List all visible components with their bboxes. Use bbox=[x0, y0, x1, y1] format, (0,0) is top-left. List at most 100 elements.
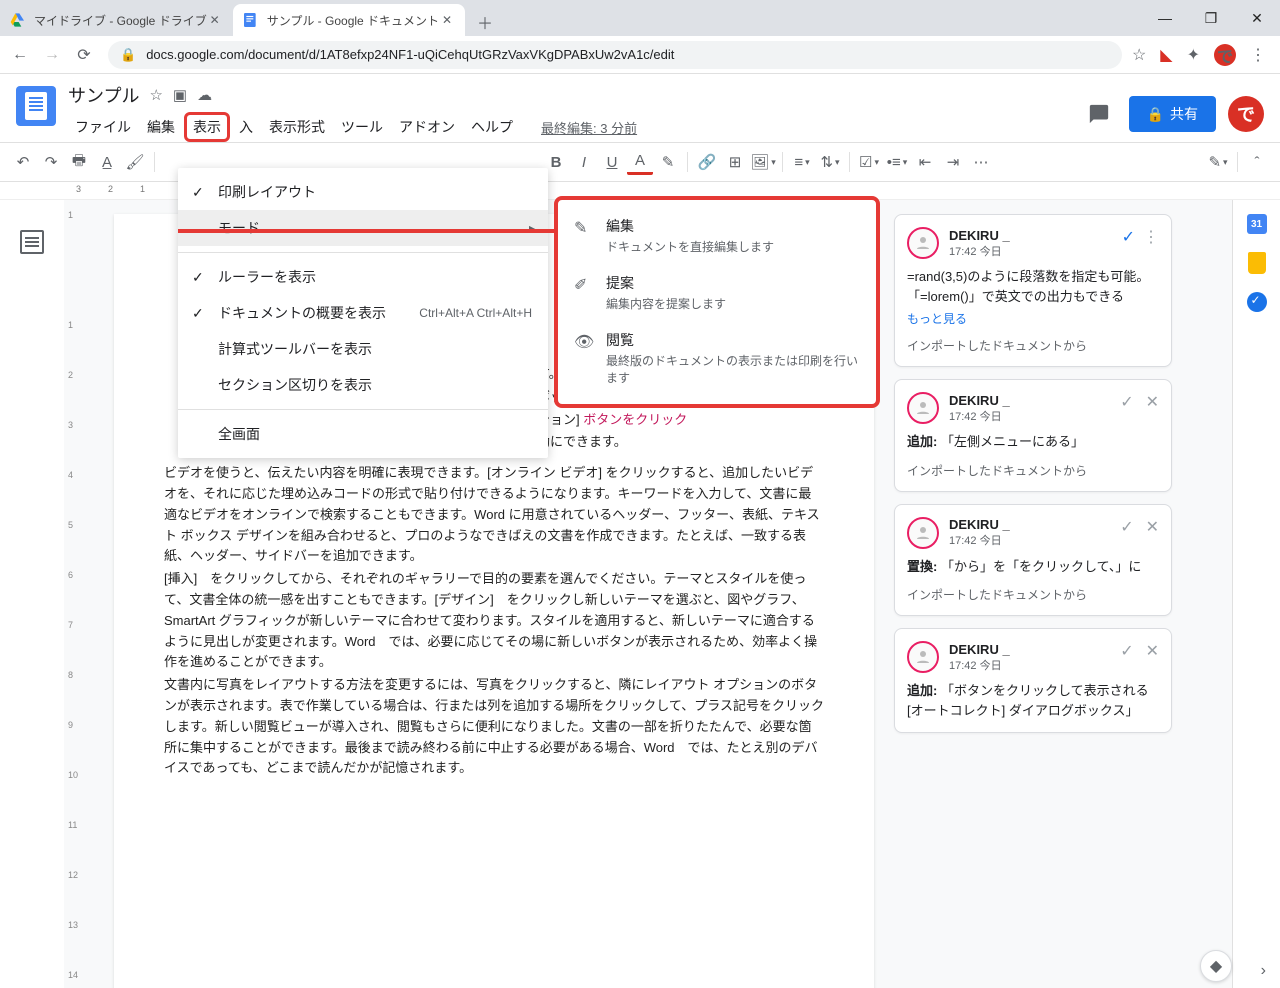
keep-icon[interactable] bbox=[1248, 252, 1266, 274]
eye-icon: 👁 bbox=[574, 332, 594, 352]
docs-favicon bbox=[243, 12, 259, 28]
comment-card[interactable]: DEKIRU _ 17:42 今日 ✓ ⋮ =rand(3,5)のように段落数を… bbox=[894, 214, 1172, 367]
redo-button[interactable]: ↷ bbox=[38, 149, 64, 175]
menu-show-ruler[interactable]: ✓ ルーラーを表示 bbox=[178, 259, 548, 295]
mode-suggesting[interactable]: ✐ 提案 編集内容を提案します bbox=[558, 265, 876, 322]
more-button[interactable]: ⋯ bbox=[968, 149, 994, 175]
maximize-button[interactable]: ❐ bbox=[1188, 0, 1234, 36]
document-title[interactable]: サンプル bbox=[68, 82, 139, 108]
pencil-icon: ✎ bbox=[574, 218, 587, 238]
explore-button[interactable]: ◆ bbox=[1200, 950, 1232, 982]
back-button[interactable]: ← bbox=[6, 41, 34, 69]
comments-button[interactable] bbox=[1081, 96, 1117, 132]
move-icon[interactable]: ▣ bbox=[173, 86, 187, 104]
avatar bbox=[907, 641, 939, 673]
menu-addons[interactable]: アドオン bbox=[392, 113, 462, 141]
mode-submenu: ✎ 編集 ドキュメントを直接編集します ✐ 提案 編集内容を提案します 👁 閲覧… bbox=[554, 196, 880, 408]
extension-icon[interactable]: ◣ bbox=[1160, 45, 1172, 65]
line-spacing-button[interactable]: ⇅ bbox=[817, 149, 843, 175]
share-button[interactable]: 🔒 共有 bbox=[1129, 96, 1216, 132]
collapse-toolbar-button[interactable]: ˆ bbox=[1244, 149, 1270, 175]
menu-tools[interactable]: ツール bbox=[334, 113, 390, 141]
menu-show-outline[interactable]: ✓ ドキュメントの概要を表示 Ctrl+Alt+A Ctrl+Alt+H bbox=[178, 295, 548, 331]
extensions-puzzle-icon[interactable]: ✦ bbox=[1187, 45, 1200, 65]
tasks-icon[interactable] bbox=[1247, 292, 1267, 312]
check-icon: ✓ bbox=[192, 184, 204, 201]
accept-icon[interactable]: ✓ bbox=[1120, 641, 1133, 661]
resolve-icon[interactable]: ✓ bbox=[1122, 227, 1135, 247]
reject-icon[interactable]: ✕ bbox=[1146, 392, 1159, 412]
spellcheck-button[interactable]: A̲ bbox=[94, 149, 120, 175]
lock-icon: 🔒 bbox=[120, 47, 136, 63]
browser-tab-docs[interactable]: サンプル - Google ドキュメント ✕ bbox=[233, 4, 465, 36]
bookmark-star-icon[interactable]: ☆ bbox=[1132, 45, 1146, 65]
menu-view[interactable]: 表示 bbox=[184, 112, 230, 142]
reload-button[interactable]: ⟳ bbox=[70, 41, 98, 69]
comment-card[interactable]: DEKIRU _ 17:42 今日 ✓ ✕ 追加: 「ボタンをクリックして表示さ… bbox=[894, 628, 1172, 733]
calendar-icon[interactable]: 31 bbox=[1247, 214, 1267, 234]
menu-bar: ファイル 編集 表示 入 表示形式 ツール アドオン ヘルプ 最終編集: 3 分… bbox=[68, 112, 1081, 142]
vertical-ruler[interactable]: 1 1 2 3 4 5 6 7 8 9 10 11 12 13 14 bbox=[64, 200, 84, 988]
mode-editing[interactable]: ✎ 編集 ドキュメントを直接編集します bbox=[558, 208, 876, 265]
menu-insert[interactable]: 入 bbox=[232, 113, 260, 141]
tab-title: マイドライブ - Google ドライブ bbox=[34, 12, 207, 29]
reject-icon[interactable]: ✕ bbox=[1146, 517, 1159, 537]
close-icon[interactable]: ✕ bbox=[207, 12, 223, 28]
accept-icon[interactable]: ✓ bbox=[1120, 517, 1133, 537]
insert-comment-button[interactable]: ⊞ bbox=[722, 149, 748, 175]
reject-icon[interactable]: ✕ bbox=[1146, 641, 1159, 661]
profile-extension-icon[interactable]: で bbox=[1214, 44, 1236, 66]
align-button[interactable]: ≡ bbox=[789, 149, 815, 175]
italic-button[interactable]: I bbox=[571, 149, 597, 175]
new-tab-button[interactable]: ＋ bbox=[471, 8, 499, 36]
checklist-button[interactable]: ☑ bbox=[856, 149, 882, 175]
decrease-indent-button[interactable]: ⇤ bbox=[912, 149, 938, 175]
window-controls: — ❐ ✕ bbox=[1142, 0, 1280, 36]
print-button[interactable]: 🖶 bbox=[66, 149, 92, 175]
menu-show-eq-toolbar[interactable]: 計算式ツールバーを表示 bbox=[178, 331, 548, 367]
increase-indent-button[interactable]: ⇥ bbox=[940, 149, 966, 175]
bulleted-list-button[interactable]: •≡ bbox=[884, 149, 910, 175]
comment-card[interactable]: DEKIRU _ 17:42 今日 ✓ ✕ 追加: 「左側メニューにある」 イン… bbox=[894, 379, 1172, 492]
browser-tab-strip: マイドライブ - Google ドライブ ✕ サンプル - Google ドキュ… bbox=[0, 0, 1280, 36]
menu-show-section-breaks[interactable]: セクション区切りを表示 bbox=[178, 367, 548, 403]
tab-title: サンプル - Google ドキュメント bbox=[267, 12, 439, 29]
comment-card[interactable]: DEKIRU _ 17:42 今日 ✓ ✕ 置換: 「から」を「をクリックして、… bbox=[894, 504, 1172, 617]
outline-icon[interactable] bbox=[20, 230, 44, 254]
avatar bbox=[907, 517, 939, 549]
hide-side-panel-icon[interactable]: › bbox=[1261, 962, 1266, 980]
docs-header: サンプル ☆ ▣ ☁ ファイル 編集 表示 入 表示形式 ツール アドオン ヘル… bbox=[0, 74, 1280, 142]
menu-help[interactable]: ヘルプ bbox=[464, 113, 520, 141]
menu-fullscreen[interactable]: 全画面 bbox=[178, 416, 548, 452]
underline-button[interactable]: U bbox=[599, 149, 625, 175]
side-panel: 31 bbox=[1232, 200, 1280, 988]
account-avatar[interactable]: で bbox=[1228, 96, 1264, 132]
menu-mode[interactable]: モード ▸ bbox=[178, 210, 548, 246]
highlight-button[interactable]: ✎ bbox=[655, 149, 681, 175]
browser-tab-drive[interactable]: マイドライブ - Google ドライブ ✕ bbox=[0, 4, 233, 36]
close-window-button[interactable]: ✕ bbox=[1234, 0, 1280, 36]
chrome-menu-icon[interactable]: ⋮ bbox=[1250, 45, 1266, 65]
text-color-button[interactable]: A bbox=[627, 149, 653, 175]
minimize-button[interactable]: — bbox=[1142, 0, 1188, 36]
forward-button[interactable]: → bbox=[38, 41, 66, 69]
mode-viewing[interactable]: 👁 閲覧 最終版のドキュメントの表示または印刷を行います bbox=[558, 322, 876, 396]
docs-logo[interactable] bbox=[16, 86, 56, 126]
editing-mode-button[interactable]: ✎ bbox=[1205, 149, 1231, 175]
show-more-link[interactable]: もっと見る bbox=[907, 310, 1159, 327]
url-field[interactable]: 🔒 docs.google.com/document/d/1AT8efxp24N… bbox=[108, 41, 1122, 69]
close-icon[interactable]: ✕ bbox=[439, 12, 455, 28]
undo-button[interactable]: ↶ bbox=[10, 149, 36, 175]
more-icon[interactable]: ⋮ bbox=[1143, 227, 1159, 247]
menu-file[interactable]: ファイル bbox=[68, 113, 138, 141]
last-edit-link[interactable]: 最終編集: 3 分前 bbox=[534, 114, 644, 141]
star-icon[interactable]: ☆ bbox=[149, 86, 162, 104]
menu-edit[interactable]: 編集 bbox=[140, 113, 182, 141]
insert-image-button[interactable]: 🖼 bbox=[750, 149, 776, 175]
menu-print-layout[interactable]: ✓ 印刷レイアウト bbox=[178, 174, 548, 210]
menu-format[interactable]: 表示形式 bbox=[262, 113, 332, 141]
accept-icon[interactable]: ✓ bbox=[1120, 392, 1133, 412]
drive-favicon bbox=[10, 12, 26, 28]
paint-format-button[interactable]: 🖌 bbox=[122, 149, 148, 175]
insert-link-button[interactable]: 🔗 bbox=[694, 149, 720, 175]
